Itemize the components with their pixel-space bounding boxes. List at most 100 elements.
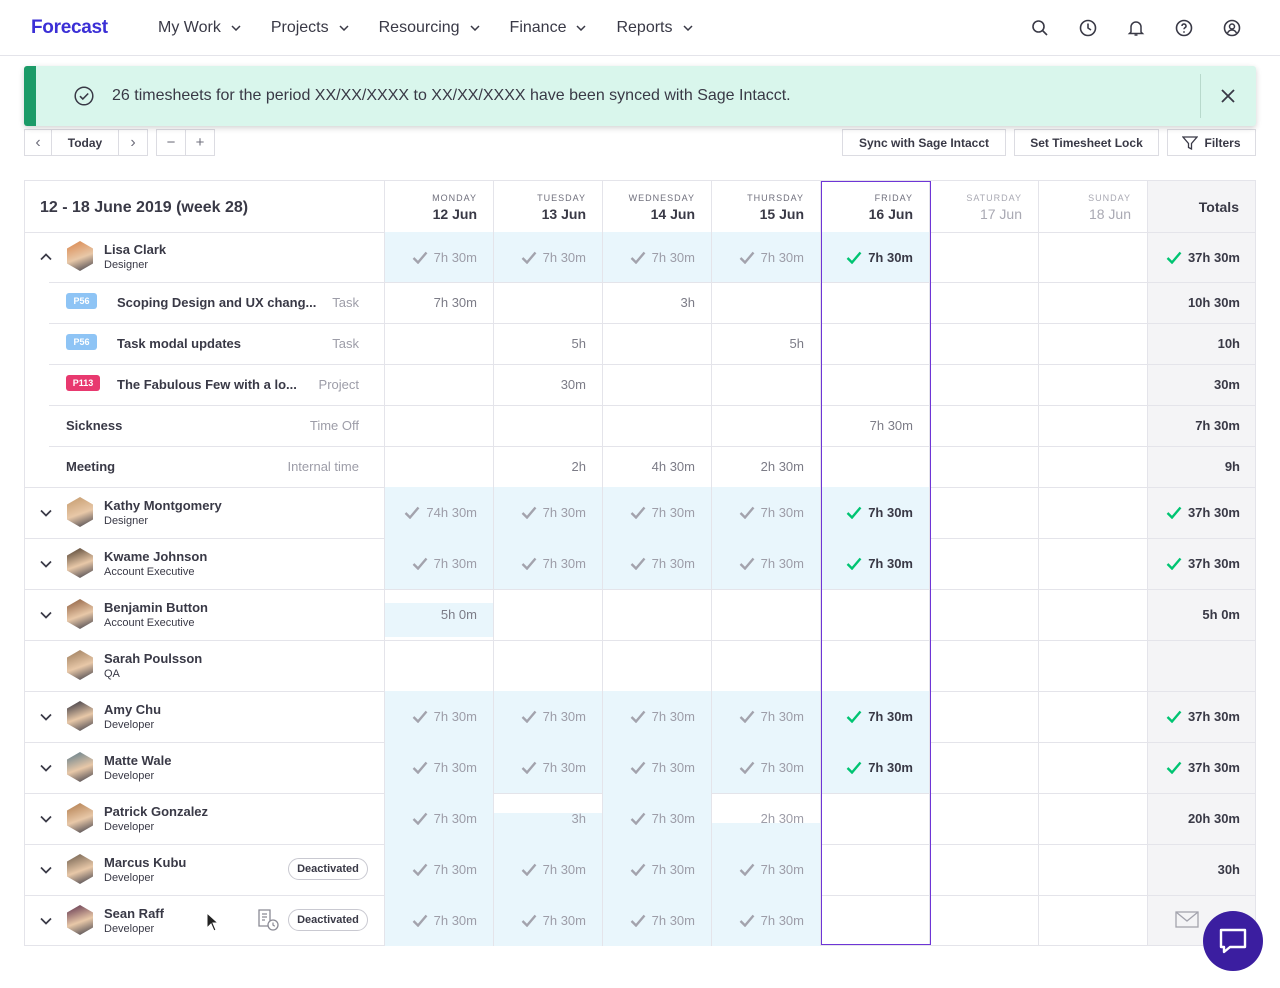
person-name[interactable]: Patrick Gonzalez xyxy=(104,804,208,819)
day-cell[interactable]: 7h 30m xyxy=(603,860,695,880)
day-cell[interactable]: 7h 30m xyxy=(821,503,913,523)
clock-icon[interactable] xyxy=(1076,16,1100,40)
nav-reports[interactable]: Reports xyxy=(616,19,693,37)
task-name[interactable]: Sickness xyxy=(66,418,122,433)
day-cell[interactable]: 7h 30m xyxy=(385,911,477,931)
day-hours: 7h 30m xyxy=(433,249,477,265)
day-cell[interactable]: 7h 30m xyxy=(385,554,477,574)
chevron-down-icon[interactable] xyxy=(39,608,53,622)
task-name[interactable]: Task modal updates xyxy=(117,336,241,351)
chevron-down-icon[interactable] xyxy=(39,914,53,928)
day-cell[interactable]: 7h 30m xyxy=(603,554,695,574)
day-cell[interactable]: 5h xyxy=(494,334,586,354)
day-cell[interactable]: 2h xyxy=(494,457,586,477)
today-button[interactable]: Today xyxy=(51,129,119,156)
bell-icon[interactable] xyxy=(1124,16,1148,40)
person-name[interactable]: Kwame Johnson xyxy=(104,549,207,564)
day-cell[interactable]: 7h 30m xyxy=(821,247,913,267)
day-cell[interactable]: 7h 30m xyxy=(712,247,804,267)
day-cell[interactable]: 7h 30m xyxy=(821,554,913,574)
person-name[interactable]: Kathy Montgomery xyxy=(104,498,222,513)
day-cell[interactable]: 74h 30m xyxy=(385,503,477,523)
day-cell[interactable]: 5h 0m xyxy=(385,605,477,625)
day-cell[interactable]: 7h 30m xyxy=(385,860,477,880)
day-cell[interactable]: 7h 30m xyxy=(603,911,695,931)
day-cell[interactable]: 2h 30m xyxy=(712,809,804,829)
day-cell[interactable]: 7h 30m xyxy=(712,911,804,931)
day-cell[interactable]: 7h 30m xyxy=(603,809,695,829)
day-cell[interactable]: 7h 30m xyxy=(821,758,913,778)
day-cell[interactable]: 7h 30m xyxy=(494,860,586,880)
nav-projects[interactable]: Projects xyxy=(271,19,349,37)
day-cell[interactable]: 7h 30m xyxy=(494,554,586,574)
close-icon[interactable] xyxy=(1218,86,1238,106)
day-cell[interactable]: 7h 30m xyxy=(712,503,804,523)
day-cell[interactable]: 7h 30m xyxy=(603,247,695,267)
total-hours: 7h 30m xyxy=(1195,418,1240,433)
check-icon xyxy=(412,710,428,723)
day-cell[interactable]: 4h 30m xyxy=(603,457,695,477)
chevron-down-icon[interactable] xyxy=(39,761,53,775)
day-cell[interactable]: 7h 30m xyxy=(712,554,804,574)
filters-button[interactable]: Filters xyxy=(1167,129,1256,156)
chevron-down-icon[interactable] xyxy=(39,710,53,724)
day-cell[interactable]: 7h 30m xyxy=(712,758,804,778)
day-cell[interactable]: 7h 30m xyxy=(712,707,804,727)
nav-finance[interactable]: Finance xyxy=(510,19,587,37)
day-cell[interactable]: 7h 30m xyxy=(385,758,477,778)
person-name[interactable]: Matte Wale xyxy=(104,753,171,768)
day-cell[interactable]: 7h 30m xyxy=(603,758,695,778)
nav-resourcing[interactable]: Resourcing xyxy=(379,19,480,37)
chevron-up-icon[interactable] xyxy=(39,250,53,264)
day-cell[interactable]: 7h 30m xyxy=(821,416,913,436)
chevron-down-icon[interactable] xyxy=(39,557,53,571)
day-hours: 4h 30m xyxy=(651,459,695,474)
day-cell[interactable]: 7h 30m xyxy=(494,758,586,778)
user-icon[interactable] xyxy=(1220,16,1244,40)
prev-week-button[interactable]: ‹ xyxy=(24,129,52,156)
mail-icon[interactable] xyxy=(1175,911,1199,929)
zoom-in-button[interactable]: + xyxy=(185,129,215,156)
person-name[interactable]: Benjamin Button xyxy=(104,600,208,615)
search-icon[interactable] xyxy=(1028,16,1052,40)
day-cell[interactable]: 30m xyxy=(494,375,586,395)
person-name[interactable]: Sarah Poulsson xyxy=(104,651,202,666)
logo[interactable]: Forecast xyxy=(31,17,108,39)
task-name[interactable]: Meeting xyxy=(66,459,115,474)
timesheet-lock-button[interactable]: Set Timesheet Lock xyxy=(1014,129,1159,156)
chevron-down-icon[interactable] xyxy=(39,812,53,826)
day-cell[interactable]: 7h 30m xyxy=(603,707,695,727)
day-cell[interactable]: 3h xyxy=(603,293,695,313)
next-week-button[interactable]: › xyxy=(118,129,148,156)
day-cell[interactable]: 7h 30m xyxy=(494,503,586,523)
chevron-down-icon[interactable] xyxy=(39,863,53,877)
day-cell[interactable]: 7h 30m xyxy=(821,707,913,727)
nav-my-work[interactable]: My Work xyxy=(158,19,241,37)
day-cell[interactable]: 7h 30m xyxy=(385,707,477,727)
day-cell[interactable]: 7h 30m xyxy=(494,911,586,931)
person-name[interactable]: Sean Raff xyxy=(104,906,164,921)
check-icon xyxy=(739,761,755,774)
day-cell[interactable]: 3h xyxy=(494,809,586,829)
timesheet-clock-icon[interactable] xyxy=(256,908,280,932)
day-cell[interactable]: 7h 30m xyxy=(494,707,586,727)
person-name[interactable]: Marcus Kubu xyxy=(104,855,186,870)
day-hours: 7h 30m xyxy=(433,709,477,724)
day-cell[interactable]: 7h 30m xyxy=(385,247,477,267)
day-cell[interactable]: 5h xyxy=(712,334,804,354)
chat-button[interactable] xyxy=(1203,911,1263,971)
day-cell[interactable]: 2h 30m xyxy=(712,457,804,477)
zoom-out-button[interactable]: − xyxy=(156,129,186,156)
day-cell[interactable]: 7h 30m xyxy=(385,809,477,829)
day-cell[interactable]: 7h 30m xyxy=(603,503,695,523)
day-cell[interactable]: 7h 30m xyxy=(494,247,586,267)
check-icon xyxy=(630,914,646,927)
chevron-down-icon[interactable] xyxy=(39,506,53,520)
day-hours: 7h 30m xyxy=(868,249,913,265)
help-icon[interactable] xyxy=(1172,16,1196,40)
day-cell[interactable]: 7h 30m xyxy=(712,860,804,880)
day-cell[interactable]: 7h 30m xyxy=(385,293,477,313)
person-name[interactable]: Amy Chu xyxy=(104,702,161,717)
sync-sage-button[interactable]: Sync with Sage Intacct xyxy=(842,129,1006,156)
person-name[interactable]: Lisa Clark xyxy=(104,242,166,257)
